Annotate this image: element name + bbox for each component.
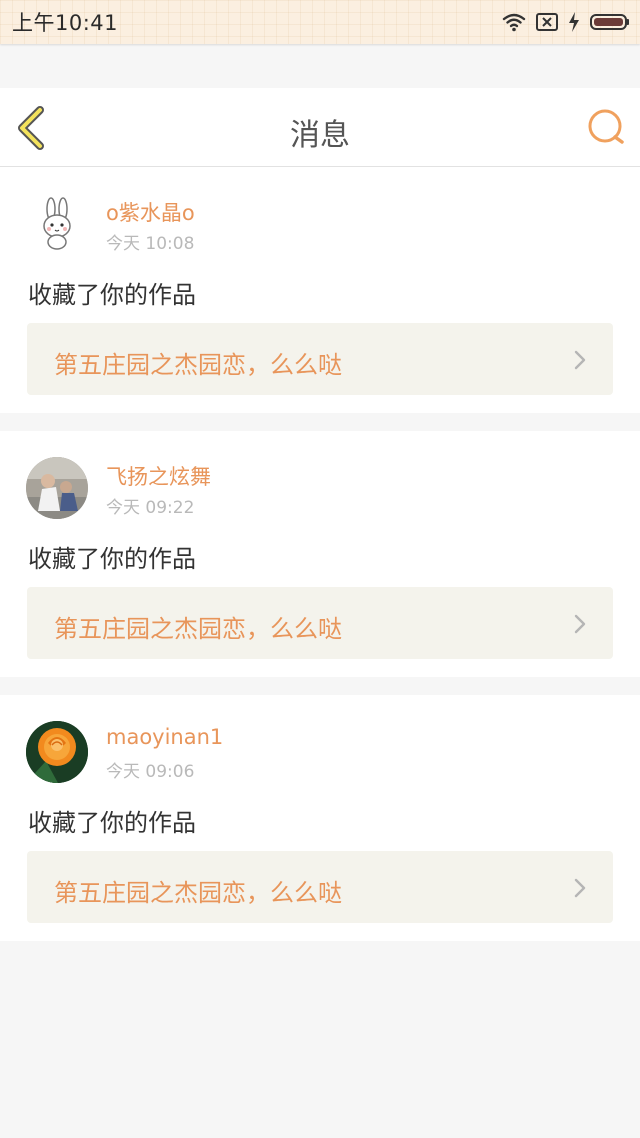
work-link[interactable]: 第五庄园之杰园恋，么么哒 bbox=[27, 851, 613, 923]
timestamp: 今天 09:06 bbox=[106, 762, 195, 782]
search-button[interactable] bbox=[586, 108, 628, 148]
username[interactable]: 飞扬之炫舞 bbox=[106, 461, 211, 491]
work-title: 第五庄园之杰园恋，么么哒 bbox=[54, 879, 342, 907]
wifi-icon bbox=[502, 13, 526, 32]
work-link[interactable]: 第五庄园之杰园恋，么么哒 bbox=[27, 323, 613, 395]
status-time: 上午10:41 bbox=[12, 11, 119, 35]
work-link[interactable]: 第五庄园之杰园恋，么么哒 bbox=[27, 587, 613, 659]
photo-avatar[interactable] bbox=[26, 457, 88, 519]
timestamp: 今天 09:22 bbox=[106, 498, 195, 518]
work-title: 第五庄园之杰园恋，么么哒 bbox=[54, 615, 342, 643]
message-card: maoyinan1 今天 09:06 收藏了你的作品 第五庄园之杰园恋，么么哒 bbox=[0, 695, 640, 941]
chevron-right-icon bbox=[574, 350, 586, 370]
message-card: o紫水晶o 今天 10:08 收藏了你的作品 第五庄园之杰园恋，么么哒 bbox=[0, 167, 640, 413]
work-title: 第五庄园之杰园恋，么么哒 bbox=[54, 351, 342, 379]
battery-icon bbox=[590, 14, 629, 30]
search-icon bbox=[588, 109, 624, 144]
navigation-bar: 消息 bbox=[0, 88, 640, 167]
sim-x-icon bbox=[536, 13, 558, 31]
action-text: 收藏了你的作品 bbox=[28, 809, 196, 837]
status-icons bbox=[502, 10, 630, 34]
username[interactable]: maoyinan1 bbox=[106, 725, 223, 749]
charging-icon bbox=[569, 12, 579, 32]
timestamp: 今天 10:08 bbox=[106, 234, 195, 254]
rose-avatar[interactable] bbox=[26, 721, 88, 783]
status-bar: 上午10:41 bbox=[0, 0, 640, 44]
action-text: 收藏了你的作品 bbox=[28, 281, 196, 309]
chevron-right-icon bbox=[574, 614, 586, 634]
page-title: 消息 bbox=[290, 118, 350, 153]
chevron-right-icon bbox=[574, 878, 586, 898]
username[interactable]: o紫水晶o bbox=[106, 197, 195, 227]
message-card: 飞扬之炫舞 今天 09:22 收藏了你的作品 第五庄园之杰园恋，么么哒 bbox=[0, 431, 640, 677]
bunny-avatar[interactable] bbox=[26, 193, 88, 255]
action-text: 收藏了你的作品 bbox=[28, 545, 196, 573]
